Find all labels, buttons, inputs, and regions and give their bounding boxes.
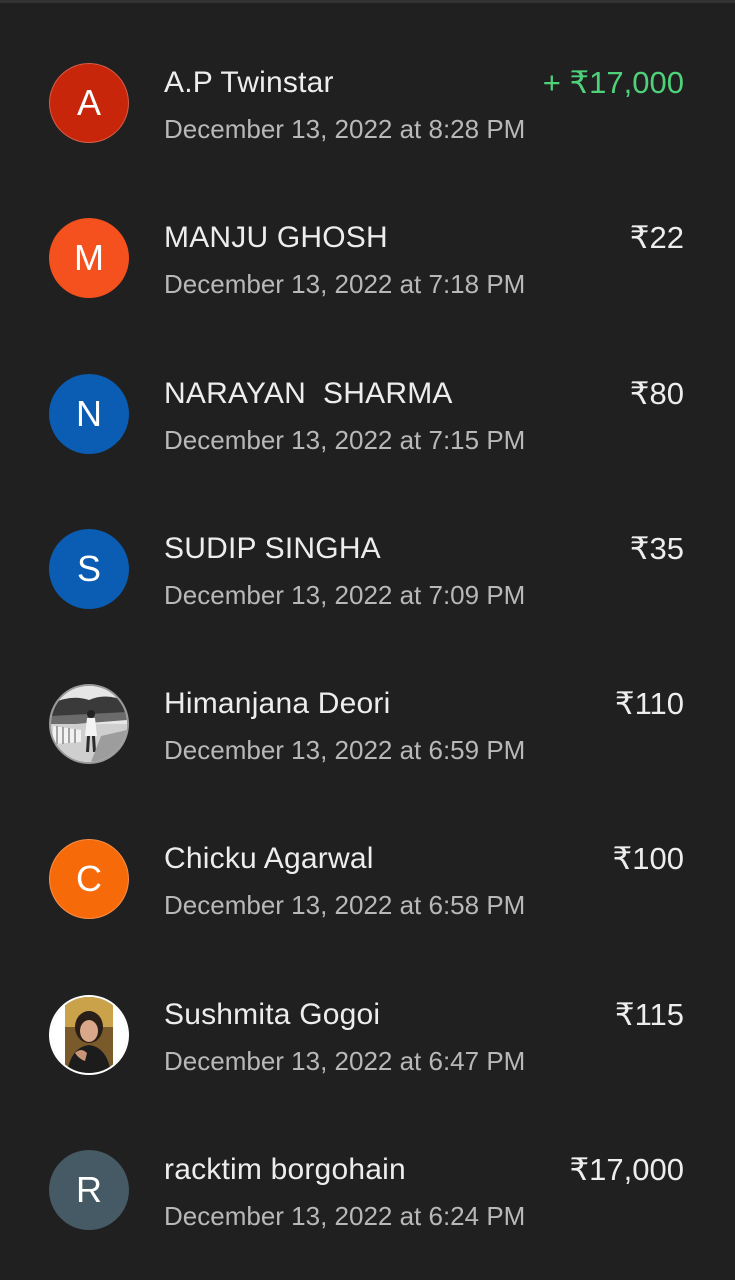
payee-name: MANJU GHOSH: [164, 221, 388, 255]
transaction-amount: + ₹17,000: [542, 65, 684, 100]
transaction-time: December 13, 2022 at 6:47 PM: [164, 1045, 526, 1076]
top-divider: [0, 0, 735, 3]
transaction-row[interactable]: A A.P Twinstar December 13, 2022 at 8:28…: [0, 26, 735, 181]
payee-name: A.P Twinstar: [164, 66, 334, 99]
transaction-time: December 13, 2022 at 6:58 PM: [164, 890, 526, 921]
transaction-amount: ₹35: [629, 530, 684, 566]
payee-name: Himanjana Deori: [164, 687, 391, 721]
photo-avatar-icon: [49, 684, 129, 765]
transaction-time: December 13, 2022 at 8:28 PM: [164, 114, 526, 144]
transaction-amount: ₹22: [629, 220, 684, 256]
payee-name: NARAYAN SHARMA: [164, 376, 453, 410]
avatar: M: [49, 218, 129, 299]
transaction-amount: ₹115: [614, 996, 684, 1032]
transaction-time: December 13, 2022 at 7:09 PM: [164, 579, 526, 610]
transaction-amount: ₹80: [629, 375, 684, 411]
transaction-time: December 13, 2022 at 7:18 PM: [164, 269, 526, 300]
transaction-amount: ₹100: [612, 841, 684, 877]
transaction-row[interactable]: M MANJU GHOSH December 13, 2022 at 7:18 …: [0, 181, 735, 336]
avatar: C: [49, 839, 129, 920]
transaction-row[interactable]: N NARAYAN SHARMA December 13, 2022 at 7:…: [0, 337, 735, 492]
transaction-amount: ₹110: [614, 686, 684, 722]
avatar: N: [49, 373, 129, 454]
transaction-row[interactable]: S SUDIP SINGHA December 13, 2022 at 7:09…: [0, 492, 735, 647]
payee-name: Chicku Agarwal: [164, 842, 374, 876]
avatar: A: [49, 63, 129, 143]
payee-name: SUDIP SINGHA: [164, 531, 381, 565]
transaction-time: December 13, 2022 at 6:59 PM: [164, 735, 526, 766]
transaction-row[interactable]: R racktim borgohain December 13, 2022 at…: [0, 1113, 735, 1268]
transaction-row[interactable]: Sushmita Gogoi December 13, 2022 at 6:47…: [0, 958, 735, 1113]
transaction-time: December 13, 2022 at 7:15 PM: [164, 424, 526, 455]
avatar: S: [49, 528, 129, 609]
photo-avatar-icon: [49, 994, 129, 1075]
transaction-row[interactable]: C Chicku Agarwal December 13, 2022 at 6:…: [0, 802, 735, 957]
avatar: R: [49, 1150, 129, 1231]
transaction-time: December 13, 2022 at 6:24 PM: [164, 1201, 526, 1232]
transaction-list: A A.P Twinstar December 13, 2022 at 8:28…: [0, 26, 735, 1268]
payee-name: racktim borgohain: [164, 1153, 406, 1187]
payee-name: Sushmita Gogoi: [164, 997, 381, 1031]
transaction-amount: ₹17,000: [569, 1152, 684, 1188]
transaction-row[interactable]: Himanjana Deori December 13, 2022 at 6:5…: [0, 647, 735, 802]
